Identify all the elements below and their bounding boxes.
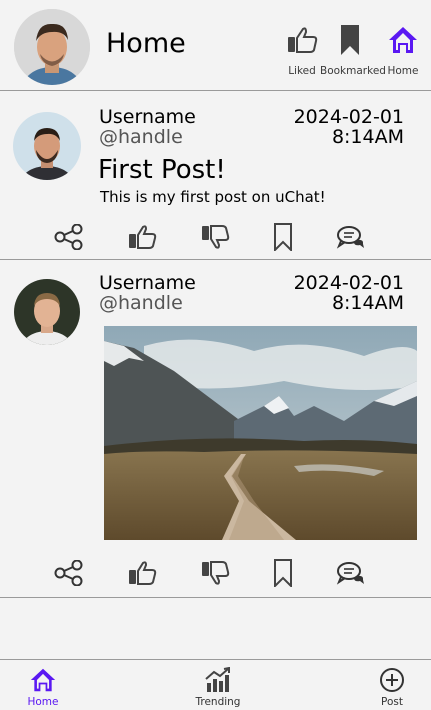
bottom-nav-home[interactable]: Home	[8, 666, 78, 708]
post-title: First Post!	[98, 155, 226, 185]
bottom-nav-post[interactable]: Post	[357, 666, 427, 708]
post-date: 2024-02-01	[293, 106, 404, 128]
share-icon	[54, 560, 83, 586]
comment-icon	[336, 562, 364, 585]
like-icon	[129, 225, 157, 249]
post-handle[interactable]: @handle	[99, 293, 183, 313]
post-username[interactable]: Username	[99, 273, 196, 293]
like-button[interactable]	[127, 558, 157, 588]
home-icon	[30, 668, 56, 692]
profile-avatar[interactable]	[14, 9, 90, 85]
post-author-avatar[interactable]	[13, 112, 81, 180]
post-author-avatar[interactable]	[14, 279, 80, 345]
bookmark-icon	[341, 25, 359, 55]
post-body: This is my first post on uChat!	[100, 188, 326, 206]
share-button[interactable]	[54, 558, 84, 588]
bottom-nav-trending-label: Trending	[195, 696, 241, 708]
home-icon	[389, 27, 417, 53]
comment-button[interactable]	[336, 222, 366, 252]
post-image[interactable]	[104, 326, 417, 540]
bookmarked-label: Bookmarked	[320, 65, 386, 77]
bottom-nav: Home Trending Post	[0, 659, 431, 710]
bottom-nav-home-label: Home	[27, 696, 59, 708]
bookmark-icon	[274, 223, 292, 251]
bookmark-icon	[274, 559, 292, 587]
post-handle[interactable]: @handle	[99, 127, 183, 147]
comment-icon	[336, 226, 364, 249]
dislike-icon	[202, 561, 230, 585]
post-actions	[0, 222, 431, 254]
dislike-button[interactable]	[200, 222, 230, 252]
share-icon	[54, 224, 83, 250]
page-title: Home	[106, 28, 186, 59]
comment-button[interactable]	[336, 558, 366, 588]
post-card: Username @handle 2024-02-01 8:14AM	[0, 260, 431, 598]
bottom-nav-post-label: Post	[381, 696, 403, 708]
bookmark-button[interactable]	[268, 222, 298, 252]
dislike-icon	[202, 225, 230, 249]
bottom-nav-trending[interactable]: Trending	[183, 666, 253, 708]
bookmark-button[interactable]	[268, 558, 298, 588]
add-post-icon	[380, 668, 404, 692]
like-button[interactable]	[127, 222, 157, 252]
post-time: 8:14AM	[331, 292, 404, 314]
bookmarked-nav[interactable]: Bookmarked	[320, 22, 386, 77]
trending-icon	[205, 667, 230, 692]
thumbs-up-icon	[288, 27, 318, 53]
post-username[interactable]: Username	[99, 107, 196, 127]
like-icon	[129, 561, 157, 585]
share-button[interactable]	[54, 222, 84, 252]
post-card: Username @handle 2024-02-01 8:14AM First…	[0, 91, 431, 260]
post-date: 2024-02-01	[293, 272, 404, 294]
home-label: Home	[387, 65, 419, 77]
post-time: 8:14AM	[331, 126, 404, 148]
post-actions	[0, 558, 431, 590]
home-nav[interactable]: Home	[373, 22, 431, 77]
dislike-button[interactable]	[200, 558, 230, 588]
top-header: Home Liked Bookmarked Home	[0, 0, 431, 91]
